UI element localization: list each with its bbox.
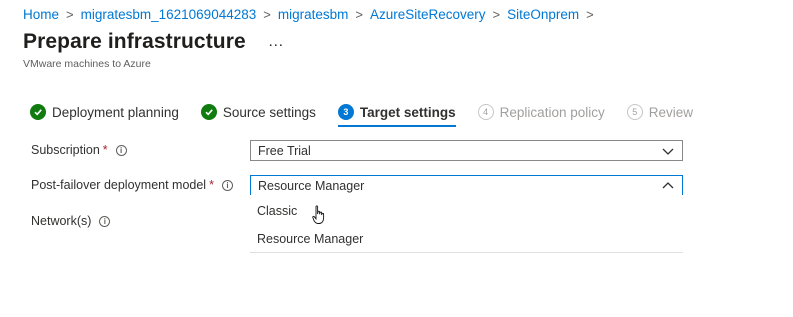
step-number-badge: 3 [337, 104, 354, 120]
step-label: Replication policy [499, 104, 605, 120]
step-target-settings[interactable]: 3 Target settings [337, 104, 456, 127]
chevron-right-icon: > [263, 7, 271, 22]
chevron-down-icon [662, 148, 674, 155]
chevron-right-icon: > [586, 7, 594, 22]
breadcrumb-siteonprem[interactable]: SiteOnprem [507, 7, 579, 22]
subscription-value: Free Trial [258, 143, 311, 158]
check-circle-icon [200, 104, 217, 120]
breadcrumb: Home > migratesbm_1621069044283 > migrat… [23, 7, 601, 22]
dropdown-option-classic[interactable]: Classic [257, 204, 297, 218]
chevron-right-icon: > [492, 7, 501, 22]
step-source-settings[interactable]: Source settings [200, 104, 316, 120]
hand-pointer-cursor-icon [312, 205, 325, 224]
info-icon[interactable]: i [115, 144, 127, 156]
breadcrumb-migratesbm[interactable]: migratesbm [278, 7, 349, 22]
check-circle-icon [30, 104, 46, 120]
field-label-text: Subscription [31, 143, 100, 157]
breadcrumb-migratesbm-project[interactable]: migratesbm_1621069044283 [81, 7, 257, 22]
field-label-text: Post-failover deployment model [31, 178, 207, 192]
breadcrumb-home[interactable]: Home [23, 7, 59, 22]
deployment-model-select[interactable]: Resource Manager [250, 175, 683, 196]
step-label: Review [648, 104, 693, 120]
info-icon[interactable]: i [221, 179, 233, 191]
step-deployment-planning[interactable]: Deployment planning [30, 104, 179, 120]
network-label: Network(s) i [31, 214, 111, 228]
chevron-up-icon [662, 182, 674, 189]
more-options-icon[interactable]: … [268, 34, 284, 50]
subscription-label: Subscription * i [31, 143, 127, 157]
step-replication-policy[interactable]: 4 Replication policy [477, 104, 605, 120]
required-marker: * [209, 178, 214, 192]
required-marker: * [102, 143, 108, 157]
step-review[interactable]: 5 Review [626, 104, 693, 120]
step-number-badge: 4 [477, 104, 494, 120]
deployment-model-label: Post-failover deployment model * i [31, 178, 233, 192]
page-subtitle: VMware machines to Azure [23, 58, 151, 70]
step-number-badge: 5 [626, 104, 643, 120]
step-label: Source settings [222, 104, 316, 120]
field-label-text: Network(s) [31, 214, 92, 228]
wizard-steps: Deployment planning Source settings 3 Ta… [30, 104, 715, 127]
info-icon[interactable]: i [99, 215, 111, 227]
chevron-right-icon: > [355, 7, 363, 22]
breadcrumb-azuresiterecovery[interactable]: AzureSiteRecovery [370, 7, 486, 22]
chevron-right-icon: > [66, 7, 74, 22]
subscription-select[interactable]: Free Trial [250, 140, 683, 161]
dropdown-option-resource-manager[interactable]: Resource Manager [257, 232, 363, 246]
deployment-model-value: Resource Manager [258, 178, 365, 193]
step-label: Target settings [359, 104, 456, 120]
page-title: Prepare infrastructure [23, 30, 246, 53]
step-label: Deployment planning [52, 104, 179, 120]
